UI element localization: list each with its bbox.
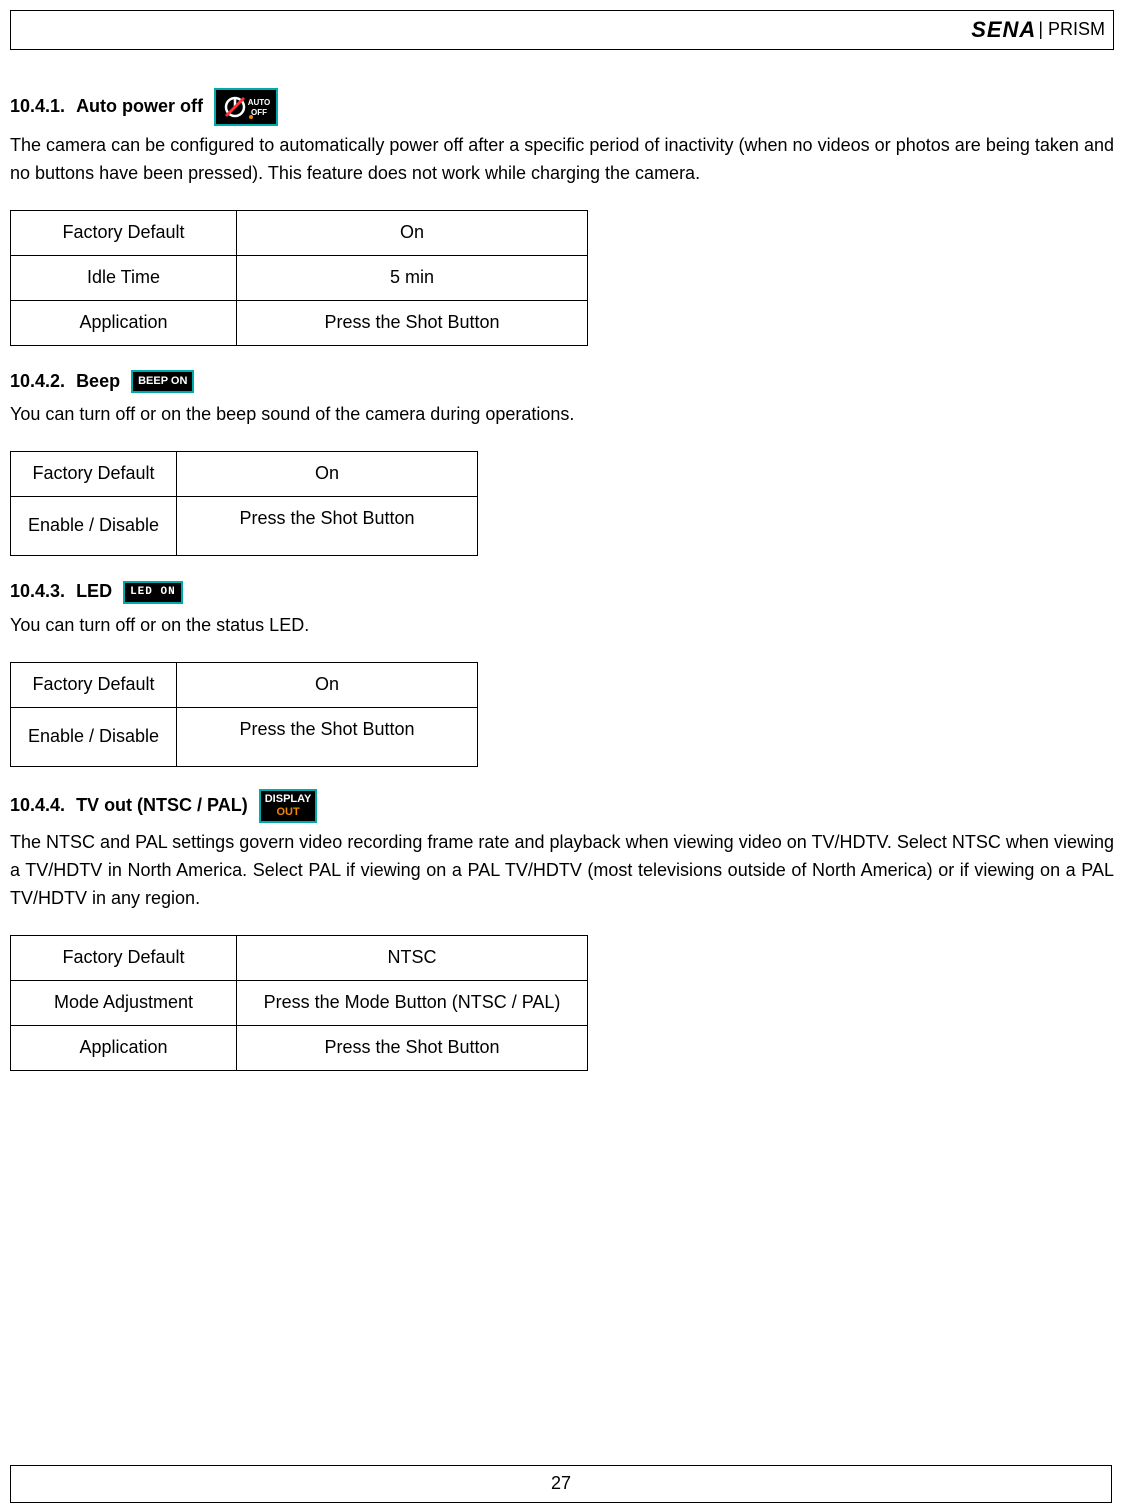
beep-table: Factory Default On Enable / Disable Pres… [10, 451, 478, 556]
section-title: Auto power off [76, 96, 203, 116]
led-table: Factory Default On Enable / Disable Pres… [10, 662, 478, 767]
section-beep: 10.4.2. Beep BEEP ON You can turn off or… [10, 368, 1114, 557]
led-on-icon: LED ON [123, 581, 183, 604]
icon-label-top: DISPLAY [265, 793, 312, 806]
display-out-icon: DISPLAY OUT [259, 789, 318, 823]
section-auto-power-off: 10.4.1. Auto power off AUTO OFF The came… [10, 88, 1114, 345]
icon-label: BEEP ON [138, 375, 187, 388]
cell-value: 5 min [237, 255, 588, 300]
table-row: Enable / Disable Press the Shot Button [11, 707, 478, 766]
section-title: LED [76, 581, 112, 601]
table-row: Idle Time 5 min [11, 255, 588, 300]
table-row: Enable / Disable Press the Shot Button [11, 497, 478, 556]
auto-power-off-table: Factory Default On Idle Time 5 min Appli… [10, 210, 588, 346]
page-number: 27 [551, 1473, 571, 1493]
cell-value: On [177, 663, 478, 708]
section-body: You can turn off or on the beep sound of… [10, 401, 1114, 429]
section-led: 10.4.3. LED LED ON You can turn off or o… [10, 578, 1114, 767]
logo: SENA [971, 13, 1036, 47]
page-header: SENA | PRISM [10, 10, 1114, 50]
cell-value: Press the Shot Button [177, 497, 478, 556]
svg-text:AUTO: AUTO [248, 98, 271, 107]
table-row: Application Press the Shot Button [11, 1025, 588, 1070]
cell-value: Press the Shot Button [177, 707, 478, 766]
svg-text:OFF: OFF [251, 108, 267, 117]
icon-label: LED ON [130, 586, 176, 599]
cell-label: Factory Default [11, 663, 177, 708]
beep-on-icon: BEEP ON [131, 370, 194, 393]
table-row: Factory Default On [11, 210, 588, 255]
cell-label: Enable / Disable [11, 497, 177, 556]
table-row: Factory Default NTSC [11, 935, 588, 980]
cell-value: On [237, 210, 588, 255]
section-number: 10.4.3. [10, 581, 65, 601]
cell-value: Press the Shot Button [237, 300, 588, 345]
product-name: | PRISM [1038, 16, 1105, 44]
section-number: 10.4.4. [10, 795, 65, 815]
section-body: You can turn off or on the status LED. [10, 612, 1114, 640]
auto-off-icon: AUTO OFF [214, 88, 278, 126]
table-row: Factory Default On [11, 663, 478, 708]
cell-label: Enable / Disable [11, 707, 177, 766]
section-body: The NTSC and PAL settings govern video r… [10, 829, 1114, 913]
section-title: TV out (NTSC / PAL) [76, 795, 248, 815]
section-number: 10.4.1. [10, 96, 65, 116]
cell-value: NTSC [237, 935, 588, 980]
section-number: 10.4.2. [10, 371, 65, 391]
cell-label: Factory Default [11, 935, 237, 980]
page-footer: 27 [10, 1465, 1112, 1503]
section-title: Beep [76, 371, 120, 391]
table-row: Mode Adjustment Press the Mode Button (N… [11, 980, 588, 1025]
section-body: The camera can be configured to automati… [10, 132, 1114, 188]
table-row: Application Press the Shot Button [11, 300, 588, 345]
cell-label: Application [11, 300, 237, 345]
cell-value: On [177, 452, 478, 497]
table-row: Factory Default On [11, 452, 478, 497]
cell-label: Factory Default [11, 210, 237, 255]
tv-out-table: Factory Default NTSC Mode Adjustment Pre… [10, 935, 588, 1071]
cell-value: Press the Mode Button (NTSC / PAL) [237, 980, 588, 1025]
cell-label: Application [11, 1025, 237, 1070]
cell-value: Press the Shot Button [237, 1025, 588, 1070]
section-tv-out: 10.4.4. TV out (NTSC / PAL) DISPLAY OUT … [10, 789, 1114, 1071]
cell-label: Mode Adjustment [11, 980, 237, 1025]
cell-label: Idle Time [11, 255, 237, 300]
icon-label-bottom: OUT [276, 806, 299, 819]
cell-label: Factory Default [11, 452, 177, 497]
